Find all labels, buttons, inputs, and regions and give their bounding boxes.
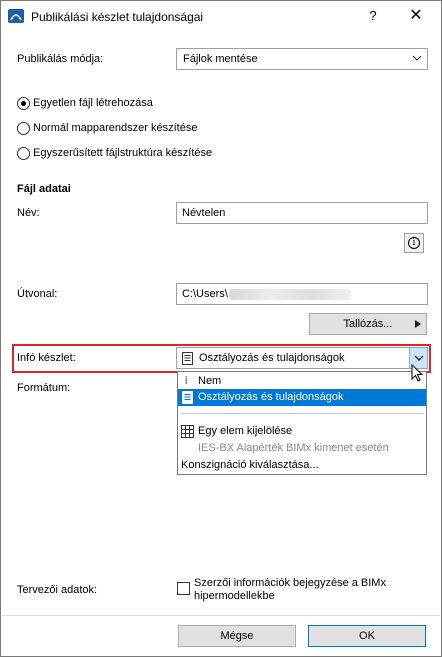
name-field[interactable]: Névtelen [176,202,428,224]
menu-separator [181,413,424,414]
help-button[interactable]: ? [361,6,385,26]
menu-item-label: Osztályozás és tulajdonságok [198,391,344,403]
path-field[interactable]: C:\Users\ [176,283,428,305]
document-icon [182,352,193,365]
menu-item-label: IES-BX Alapérték BIMx kimenet esetén [198,442,389,454]
cancel-button[interactable]: Mégse [178,625,296,647]
menu-item-ies-default: IES-BX Alapérték BIMx kimenet esetén [178,440,426,457]
radio-button-selected[interactable] [17,97,30,110]
cancel-label: Mégse [220,630,254,642]
file-data-heading: Fájl adatai [17,183,71,195]
format-label: Formátum: [17,382,71,394]
info-set-value: Osztályozás és tulajdonságok [199,352,345,364]
dialog-window: Publikálási készlet tulajdonságai ? ✕ Pu… [0,0,442,657]
menu-item-classification[interactable]: Osztályozás és tulajdonságok [178,389,426,406]
path-label: Útvonal: [17,288,58,300]
close-button[interactable]: ✕ [402,6,430,26]
info-set-label: Infó készlet: [17,352,76,364]
table-icon [181,425,194,438]
ok-label: OK [359,630,375,642]
radio-label: Egyetlen fájl létrehozása [33,97,153,109]
footer-divider [2,615,440,616]
chevron-down-icon [412,55,422,61]
checkbox-label-line1: Szerzői információk bejegyzése a BIMx [194,577,386,589]
menu-item-select-one[interactable]: Egy elem kijelölése [178,423,426,440]
browse-label: Tallózás... [343,318,393,330]
menu-item-label: Konszignáció kiválasztása... [181,459,319,471]
info-icon: i [408,237,420,249]
name-label: Név: [17,207,40,219]
title-bar: Publikálási készlet tulajdonságai ? ✕ [1,1,441,31]
mouse-cursor-icon [411,364,423,382]
menu-item-none[interactable]: i Nem [178,373,426,390]
document-icon [182,391,193,404]
publish-mode-label: Publikálás módja: [17,53,104,65]
menu-item-choose[interactable]: Konszignáció kiválasztása... [178,457,426,474]
ok-button[interactable]: OK [308,625,426,647]
info-set-dropdown[interactable]: Osztályozás és tulajdonságok [176,347,428,369]
bimx-author-checkbox[interactable] [177,582,190,595]
radio-label: Egyszerűsített fájlstruktúra készítése [33,147,213,159]
name-value: Névtelen [182,207,226,219]
checkbox-label-line2: hipermodellekbe [194,590,275,602]
info-set-menu: i Nem Osztályozás és tulajdonságok Egy e… [177,371,427,475]
path-value: C:\Users\ [182,288,228,300]
publish-mode-dropdown[interactable]: Fájlok mentése [176,48,428,70]
blurred-path-text [229,289,351,300]
archicad-icon [8,9,24,23]
chevron-down-icon [414,355,424,361]
designer-data-label: Tervezői adatok: [17,584,98,596]
menu-item-label: Egy elem kijelölése [198,425,293,437]
radio-button[interactable] [17,147,30,160]
radio-label: Normál mapparendszer készítése [33,122,198,134]
info-cursor-icon: i [185,375,188,387]
menu-item-label: Nem [198,375,222,387]
publish-mode-value: Fájlok mentése [183,53,258,65]
info-button[interactable]: i [404,233,424,253]
radio-button[interactable] [17,122,30,135]
window-title: Publikálási készlet tulajdonságai [31,10,204,24]
arrow-right-icon [415,320,421,328]
browse-button[interactable]: Tallózás... [309,313,427,335]
